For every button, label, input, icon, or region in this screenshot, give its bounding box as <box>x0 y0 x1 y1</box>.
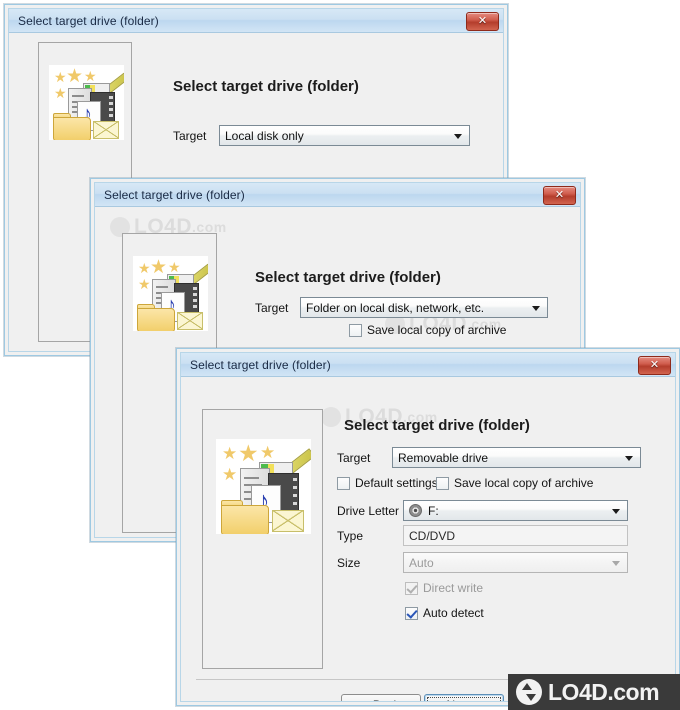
close-glyph: ✕ <box>554 189 565 201</box>
window-inner-frame: Select target drive (folder) ✕ LO4D .com… <box>180 352 676 702</box>
direct-write-label: Direct write <box>423 581 484 595</box>
window-title: Select target drive (folder) <box>104 187 245 202</box>
close-glyph: ✕ <box>477 15 488 27</box>
folder-icon <box>53 117 91 140</box>
type-label: Type <box>337 529 364 543</box>
page-title: Select target drive (folder) <box>173 78 359 95</box>
save-local-copy-label: Save local copy of archive <box>367 323 507 337</box>
chevron-down-icon <box>612 560 620 566</box>
window-title: Select target drive (folder) <box>190 357 331 372</box>
star-icon: ★ <box>238 440 259 466</box>
back-button-label: < Back <box>362 698 399 701</box>
watermark-suffix: .com <box>607 678 660 705</box>
illustration-panel: ★ ★ ★ ★ ♪ <box>202 409 323 669</box>
drive-letter-value: F: <box>428 503 439 518</box>
lo4d-watermark-badge: LO4D .com <box>508 674 680 710</box>
star-icon: ★ <box>54 85 67 101</box>
star-icon: ★ <box>138 260 151 276</box>
star-icon: ★ <box>138 276 151 292</box>
size-value: Auto <box>409 555 434 570</box>
star-icon: ★ <box>150 257 168 278</box>
default-settings-checkbox[interactable]: Default settings <box>337 476 438 490</box>
close-glyph: ✕ <box>649 359 660 371</box>
chevron-down-icon <box>454 133 462 139</box>
checkbox-box <box>405 606 418 620</box>
envelope-icon <box>93 121 119 139</box>
folder-icon <box>137 308 175 331</box>
checkbox-box <box>436 476 449 490</box>
checkbox-box <box>337 476 350 490</box>
target-select[interactable]: Local disk only <box>219 125 470 146</box>
default-settings-label: Default settings <box>355 476 438 490</box>
drive-letter-select[interactable]: F: <box>403 500 628 521</box>
direct-write-checkbox: Direct write <box>405 581 483 595</box>
chevron-down-icon <box>612 508 620 514</box>
close-icon[interactable]: ✕ <box>466 12 499 31</box>
auto-detect-label: Auto detect <box>423 606 484 620</box>
close-icon[interactable]: ✕ <box>543 186 576 205</box>
window-title: Select target drive (folder) <box>18 13 159 28</box>
chevron-down-icon <box>625 455 633 461</box>
backup-illustration-image: ★ ★ ★ ★ ♪ <box>49 65 124 140</box>
backup-illustration-image: ★ ★ ★ ★ ♪ <box>216 439 311 534</box>
save-local-copy-checkbox[interactable]: Save local copy of archive <box>436 476 593 490</box>
watermark-logo-icon <box>321 407 341 427</box>
star-icon: ★ <box>222 465 238 484</box>
dialog-window-removable-drive[interactable]: Select target drive (folder) ✕ LO4D .com… <box>176 348 680 706</box>
type-field: CD/DVD <box>403 525 628 546</box>
target-select-value: Folder on local disk, network, etc. <box>306 300 485 315</box>
disc-icon <box>409 504 422 517</box>
watermark-brand: LO4D <box>548 678 608 705</box>
star-icon: ★ <box>54 69 67 85</box>
checkbox-box <box>405 581 418 595</box>
star-icon: ★ <box>260 443 276 462</box>
type-value: CD/DVD <box>409 528 456 543</box>
size-label: Size <box>337 556 361 570</box>
target-select-value: Local disk only <box>225 128 304 143</box>
refresh-circle-icon <box>516 679 542 705</box>
star-icon: ★ <box>66 66 84 87</box>
next-button[interactable]: Next > <box>424 694 504 701</box>
close-icon[interactable]: ✕ <box>638 356 671 375</box>
dialog-body: LO4D .com ★ ★ ★ ★ ♪ Select target drive … <box>181 377 675 701</box>
page-title: Select target drive (folder) <box>255 269 441 286</box>
target-select[interactable]: Removable drive <box>392 447 641 468</box>
focus-ring <box>427 697 501 701</box>
target-label: Target <box>255 301 289 315</box>
auto-detect-checkbox[interactable]: Auto detect <box>405 606 484 620</box>
drive-letter-label: Drive Letter <box>337 504 400 518</box>
save-local-copy-label: Save local copy of archive <box>454 476 594 490</box>
star-icon: ★ <box>84 68 97 84</box>
title-bar[interactable]: Select target drive (folder) ✕ <box>9 9 503 33</box>
star-icon: ★ <box>168 259 181 275</box>
save-local-copy-checkbox[interactable]: Save local copy of archive <box>349 323 506 337</box>
envelope-icon <box>272 510 304 532</box>
title-bar[interactable]: Select target drive (folder) ✕ <box>181 353 675 377</box>
envelope-icon <box>177 312 203 330</box>
chevron-down-icon <box>532 305 540 311</box>
target-select[interactable]: Folder on local disk, network, etc. <box>300 297 548 318</box>
page-title: Select target drive (folder) <box>344 417 530 434</box>
target-label: Target <box>173 129 207 143</box>
star-icon: ★ <box>222 444 238 463</box>
target-select-value: Removable drive <box>398 450 489 465</box>
size-select[interactable]: Auto <box>403 552 628 573</box>
backup-illustration-image: ★ ★ ★ ★ ♪ <box>133 256 208 331</box>
title-bar[interactable]: Select target drive (folder) ✕ <box>95 183 580 207</box>
folder-icon <box>221 505 269 534</box>
target-label: Target <box>337 451 371 465</box>
checkbox-box <box>349 323 362 337</box>
back-button[interactable]: < Back <box>341 694 421 701</box>
